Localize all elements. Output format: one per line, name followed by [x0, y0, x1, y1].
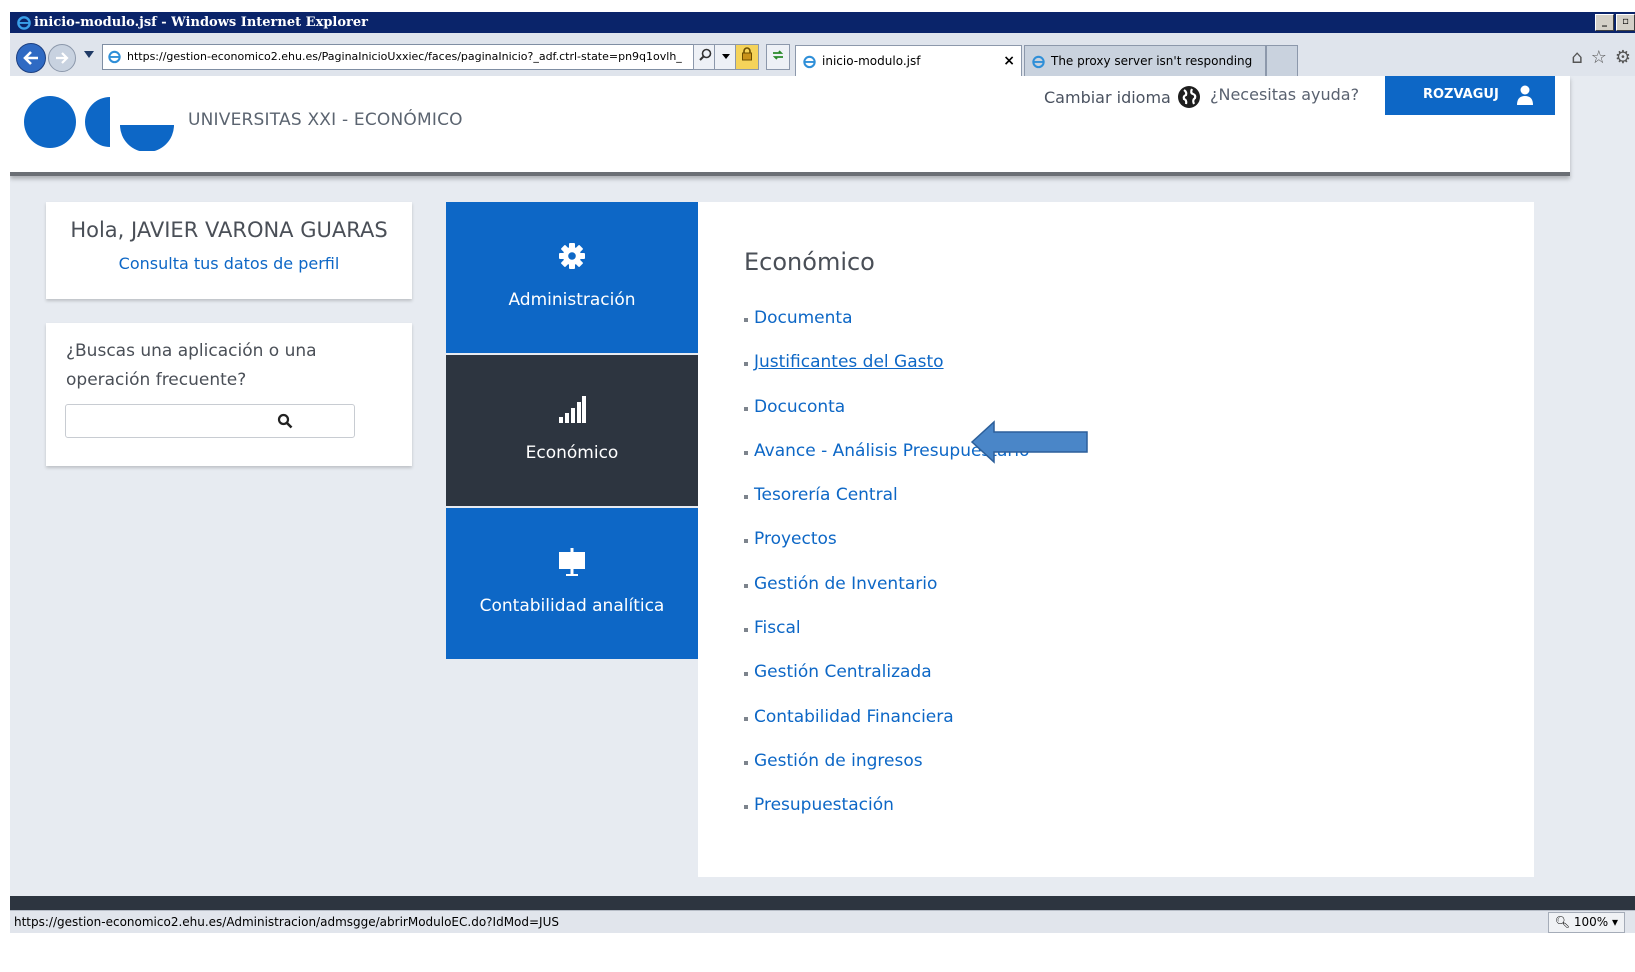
- menu-item-presupuestacion[interactable]: Presupuestación: [744, 795, 1029, 839]
- bullet-icon: [744, 672, 748, 677]
- chevron-down-icon: ▾: [1611, 915, 1618, 929]
- presentation-board-icon: [559, 548, 585, 576]
- bullet-icon: [744, 318, 748, 322]
- user-icon: [1516, 85, 1533, 105]
- bullet-icon: [744, 539, 748, 544]
- back-button[interactable]: [16, 43, 46, 73]
- search-icon: [698, 48, 711, 61]
- tile-contabilidad-analitica[interactable]: Contabilidad analítica: [446, 508, 698, 659]
- new-tab-button[interactable]: [1266, 45, 1298, 77]
- restore-button[interactable]: ▫: [1616, 14, 1635, 31]
- search-question: ¿Buscas una aplicación o una operación f…: [66, 341, 317, 390]
- universitas-logo[interactable]: [24, 93, 174, 151]
- menu-item-gestion-de-inventario[interactable]: Gestión de Inventario: [744, 574, 1029, 618]
- profile-card: Hola, JAVIER VARONA GUARAS Consulta tus …: [46, 202, 412, 299]
- tab-inicio-modulo[interactable]: inicio-modulo.jsf ×: [795, 45, 1022, 76]
- annotation-arrow-left-icon: [970, 420, 1088, 464]
- arrow-left-icon: [23, 51, 38, 65]
- search-field: [65, 404, 355, 438]
- forward-button[interactable]: [48, 44, 76, 72]
- tab-page-icon: [1032, 55, 1045, 69]
- menu-item-gestion-de-ingresos[interactable]: Gestión de ingresos: [744, 751, 1029, 795]
- menu-item-documenta[interactable]: Documenta: [744, 308, 1029, 352]
- favorites-star-icon[interactable]: ☆: [1591, 47, 1607, 68]
- address-bar[interactable]: https://gestion-economico2.ehu.es/Pagina…: [102, 44, 759, 70]
- panel-title: Económico: [744, 248, 875, 276]
- minimize-button[interactable]: _: [1595, 14, 1614, 31]
- change-language-label: Cambiar idioma: [1044, 87, 1171, 107]
- module-panel: Económico Documenta Justificantes del Ga…: [698, 202, 1534, 877]
- status-bar: https://gestion-economico2.ehu.es/Admini…: [10, 910, 1635, 933]
- window-titlebar: inicio-modulo.jsf - Windows Internet Exp…: [10, 12, 1635, 33]
- change-language-link[interactable]: Cambiar idioma: [1044, 85, 1201, 109]
- tab-label: The proxy server isn't responding: [1051, 54, 1253, 68]
- browser-toolbar: https://gestion-economico2.ehu.es/Pagina…: [10, 33, 1635, 77]
- greeting: Hola, JAVIER VARONA GUARAS: [70, 218, 388, 242]
- menu-item-justificantes-del-gasto[interactable]: Justificantes del Gasto: [744, 352, 1029, 396]
- lock-icon: [742, 47, 752, 61]
- menu-item-contabilidad-financiera[interactable]: Contabilidad Financiera: [744, 707, 1029, 751]
- history-dropdown-icon[interactable]: [84, 51, 94, 58]
- gear-icon: [559, 243, 585, 269]
- tab-proxy-error[interactable]: The proxy server isn't responding: [1024, 45, 1266, 77]
- site-header: UNIVERSITAS XXI - ECONÓMICO Cambiar idio…: [10, 76, 1570, 176]
- search-button[interactable]: [270, 405, 300, 437]
- close-tab-icon[interactable]: ×: [1003, 46, 1015, 76]
- page-footer: [10, 896, 1635, 910]
- chevron-down-icon: [722, 54, 730, 59]
- brand-name: UNIVERSITAS XXI - ECONÓMICO: [188, 110, 463, 130]
- menu-item-tesoreria-central[interactable]: Tesorería Central: [744, 485, 1029, 529]
- module-menu: Documenta Justificantes del Gasto Docuco…: [744, 308, 1029, 840]
- status-url: https://gestion-economico2.ehu.es/Admini…: [14, 915, 559, 929]
- arrow-right-icon: [56, 52, 69, 64]
- bullet-icon: [744, 362, 748, 367]
- home-icon[interactable]: ⌂: [1571, 47, 1582, 68]
- bullet-icon: [744, 760, 748, 765]
- help-link[interactable]: ¿Necesitas ayuda?: [1210, 85, 1359, 104]
- search-input[interactable]: [70, 408, 264, 434]
- bullet-icon: [744, 716, 748, 721]
- signal-bars-icon: [559, 396, 586, 423]
- tile-economico[interactable]: Económico: [446, 355, 698, 506]
- window-title: inicio-modulo.jsf - Windows Internet Exp…: [34, 15, 368, 30]
- tools-gear-icon[interactable]: ⚙: [1615, 47, 1631, 68]
- command-icons: ⌂ ☆ ⚙: [1571, 47, 1631, 68]
- tab-page-icon: [803, 55, 816, 69]
- internet-explorer-icon: [17, 16, 31, 30]
- bullet-icon: [744, 450, 748, 455]
- zoom-icon: 🔍︎: [1554, 915, 1570, 929]
- globe-icon: [1177, 86, 1200, 108]
- profile-link[interactable]: Consulta tus datos de perfil: [119, 254, 340, 273]
- user-menu-button[interactable]: ROZVAGUJ: [1385, 76, 1555, 115]
- search-icon: [277, 413, 293, 429]
- menu-item-fiscal[interactable]: Fiscal: [744, 618, 1029, 662]
- menu-item-gestion-centralizada[interactable]: Gestión Centralizada: [744, 662, 1029, 706]
- tile-administracion[interactable]: Administración: [446, 202, 698, 353]
- user-name: ROZVAGUJ: [1423, 87, 1499, 102]
- window-controls: _ ▫: [1595, 14, 1635, 31]
- zoom-control[interactable]: 🔍︎ 100% ▾: [1547, 912, 1625, 933]
- bullet-icon: [744, 583, 748, 588]
- page-icon: [108, 50, 121, 64]
- page-content: UNIVERSITAS XXI - ECONÓMICO Cambiar idio…: [10, 76, 1635, 896]
- menu-item-proyectos[interactable]: Proyectos: [744, 529, 1029, 573]
- tile-label: Contabilidad analítica: [479, 596, 665, 616]
- refresh-icon: [772, 50, 784, 60]
- security-lock-button[interactable]: [735, 44, 759, 70]
- zoom-level: 100%: [1573, 915, 1609, 929]
- tile-label: Económico: [525, 443, 619, 463]
- search-card: ¿Buscas una aplicación o una operación f…: [46, 323, 412, 466]
- tile-label: Administración: [508, 290, 636, 310]
- bullet-icon: [744, 628, 748, 633]
- address-url: https://gestion-economico2.ehu.es/Pagina…: [127, 50, 682, 63]
- bullet-icon: [744, 406, 748, 411]
- tab-label: inicio-modulo.jsf: [822, 54, 921, 68]
- bullet-icon: [744, 495, 748, 500]
- refresh-button[interactable]: [766, 44, 790, 70]
- bullet-icon: [744, 805, 748, 810]
